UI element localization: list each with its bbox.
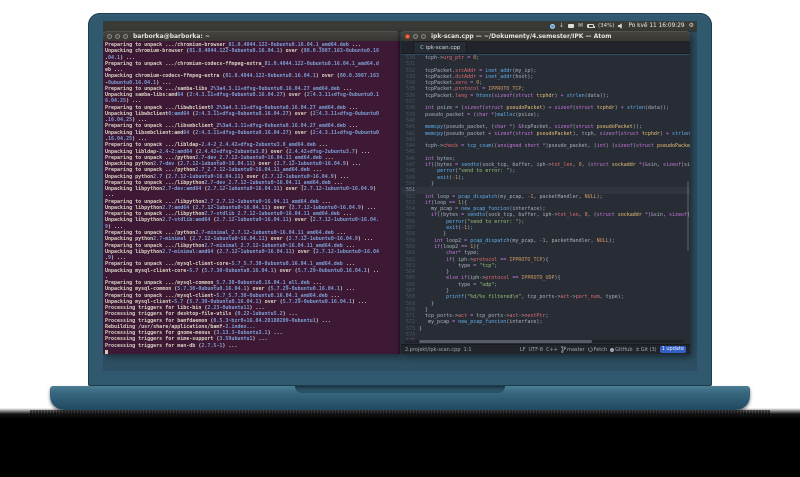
terminal-line: Preparing to unpack .../chromium-codecs-…	[105, 60, 379, 67]
code-line: tcpPacket.leng = htons(sizeof(struct tcp…	[419, 92, 609, 99]
minimize-icon[interactable]	[413, 33, 418, 39]
session-gear-icon[interactable]: ⚙	[689, 21, 694, 31]
terminal-window: barborka@barborka: ~ Preparing to unpack…	[103, 31, 400, 354]
laptop-base	[50, 386, 750, 410]
code-line: tcph->urg_ptr = 0;	[419, 55, 480, 61]
terminal-line: Unpacking libwbclient0:amd64 (2:4.3.11+d…	[105, 110, 379, 117]
terminal-line: Unpacking libpython2.7-stdlib:amd64 (2.7…	[105, 217, 379, 224]
terminal-line: Unpacking samba-libs:amd64 (2:4.3.11+dfs…	[105, 92, 379, 99]
git-diff-icon: ±	[635, 346, 640, 353]
editor-horizontal-scrollbar[interactable]	[405, 340, 684, 343]
shadow	[0, 408, 800, 477]
top-panel: ↓ ✉ (34%) Po kvě 11 16:09:29 ⚙	[103, 21, 697, 31]
status-cursor-position[interactable]: 1:1	[464, 347, 472, 353]
mail-icon[interactable]: ✉	[578, 21, 583, 31]
code-line: memcpy(pseudo_packet + sizeof(struct pse…	[425, 130, 690, 137]
terminal-titlebar[interactable]: barborka@barborka: ~	[103, 31, 400, 41]
battery-label: (34%)	[597, 23, 615, 29]
terminal-title: barborka@barborka: ~	[133, 32, 210, 40]
panel-clock[interactable]: Po kvě 11 16:09:29	[628, 21, 684, 31]
download-arrow-icon[interactable]: ↓	[559, 21, 564, 31]
code-line: pseudo_packet = (char *)malloc(psize);	[419, 111, 540, 118]
messaging-icon[interactable]	[549, 23, 555, 29]
laptop-lid-notch	[295, 386, 505, 393]
close-icon[interactable]	[405, 33, 410, 39]
terminal-output[interactable]: Preparing to unpack .../chromium-browser…	[103, 41, 400, 354]
status-git-changes[interactable]: ± Git (3)	[636, 347, 657, 353]
terminal-line: Unpacking libsmbclient:amd64 (2:4.3.11+d…	[105, 129, 379, 136]
terminal-line: Unpacking chromium-browser (81.0.4044.12…	[105, 48, 379, 55]
tab-ipk-scan[interactable]: C ipk-scan.cpp	[413, 41, 468, 53]
volume-icon[interactable]	[618, 23, 624, 29]
status-encoding[interactable]: UTF-8	[529, 347, 544, 353]
maximize-icon[interactable]	[421, 33, 426, 39]
code-row: 542 memcpy(pseudo_packet + sizeof(struct…	[401, 131, 690, 137]
tab-bar: C ipk-scan.cpp	[401, 41, 690, 54]
laptop-lid: ↓ ✉ (34%) Po kvě 11 16:09:29 ⚙ barborka@…	[88, 13, 712, 386]
atom-titlebar[interactable]: ipk-scan.cpp — ~/Dokumenty/4.semester/IP…	[401, 31, 690, 41]
terminal-line: Processing triggers for man-db (2.7.5-1)…	[105, 342, 238, 349]
tab-label: ipk-scan.cpp	[425, 44, 461, 51]
status-file-path[interactable]: 2.projekt/ipk-scan.cpp	[405, 347, 461, 353]
terminal-line: Unpacking libpython2.7-minimal:amd64 (2.…	[105, 248, 379, 255]
terminal-line: Unpacking mysql-client-core-5.7 (5.7.30-…	[105, 267, 379, 274]
status-bar: 2.projekt/ipk-scan.cpp 1:1 LF UTF-8 C++ …	[401, 344, 690, 354]
terminal-cursor	[105, 350, 108, 354]
battery-icon[interactable]	[586, 24, 595, 28]
system-tray: ↓ ✉ (34%) Po kvě 11 16:09:29 ⚙	[549, 21, 694, 31]
cpp-file-icon: C	[420, 44, 424, 51]
code-line: printf("%d/%s filtered\n", tcp_ports->ac…	[446, 294, 624, 301]
status-grammar[interactable]: C++	[546, 347, 558, 353]
minimize-icon[interactable]	[115, 33, 120, 39]
sync-icon	[587, 347, 593, 352]
code-row: 544 tcph->check = tcp_csum((unsigned sho…	[401, 143, 690, 149]
terminal-line: Unpacking libpython2.7-dev:amd64 (2.7.12…	[105, 186, 376, 193]
status-git-branch[interactable]: master	[561, 346, 585, 353]
branch-icon	[561, 346, 566, 353]
code-editor[interactable]: 530 tcph->urg_ptr = 0; 531 532 tcpPacket.…	[401, 55, 690, 345]
status-line-ending[interactable]: LF	[520, 347, 526, 353]
code-line: tcph->check = tcp_csum((unsigned short *…	[419, 143, 690, 150]
updates-badge[interactable]: 1 update	[659, 346, 686, 353]
github-icon	[610, 347, 615, 352]
close-icon[interactable]	[107, 33, 112, 39]
scrollbar-thumb[interactable]	[418, 340, 592, 343]
terminal-scrollbar[interactable]	[398, 31, 400, 354]
atom-title: ipk-scan.cpp — ~/Dokumenty/4.semester/IP…	[431, 32, 612, 40]
maximize-icon[interactable]	[123, 33, 128, 39]
code-line: my_pcap = new_pcap_funcion(interface);	[419, 319, 543, 326]
keyboard-indicator-icon[interactable]	[567, 24, 574, 28]
atom-window: ipk-scan.cpp — ~/Dokumenty/4.semester/IP…	[401, 31, 690, 354]
laptop-mockup: ↓ ✉ (34%) Po kvě 11 16:09:29 ⚙ barborka@…	[0, 0, 800, 477]
status-github[interactable]: GitHub	[610, 347, 633, 353]
desktop: ↓ ✉ (34%) Po kvě 11 16:09:29 ⚙ barborka@…	[103, 21, 697, 371]
editor-vertical-scrollbar[interactable]	[687, 181, 689, 251]
status-fetch[interactable]: Fetch	[587, 347, 607, 353]
